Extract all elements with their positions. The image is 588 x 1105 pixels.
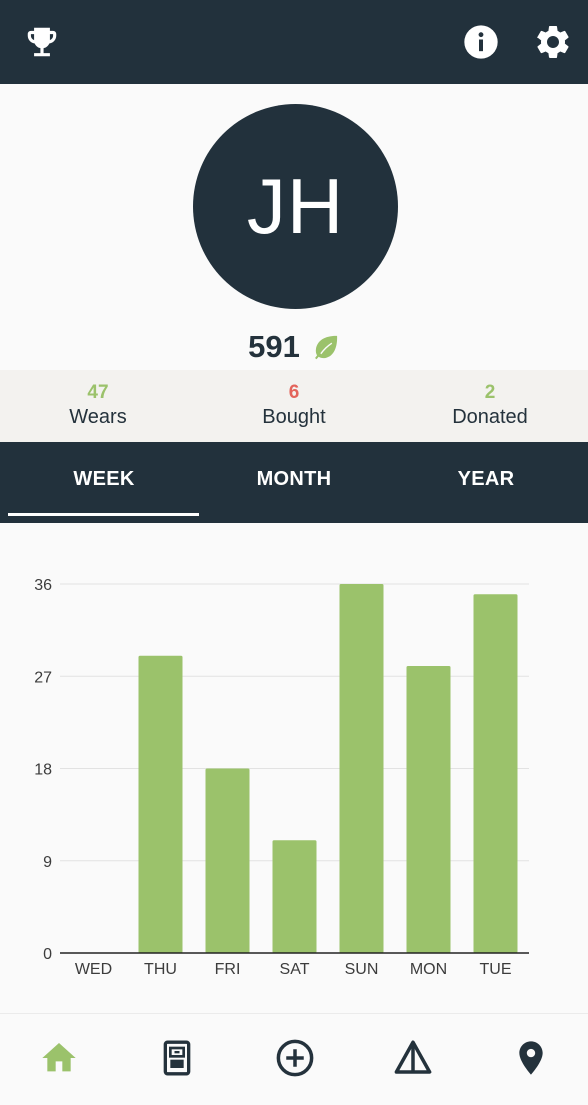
tab-month[interactable]: MONTH	[196, 468, 392, 491]
top-app-bar	[0, 0, 588, 84]
stat-bought-label: Bought	[262, 406, 326, 428]
y-tick-label: 27	[34, 669, 52, 686]
x-tick-label: SAT	[280, 961, 310, 978]
home-icon[interactable]	[37, 1036, 81, 1080]
avatar[interactable]: JH	[193, 104, 398, 309]
x-tick-label: TUE	[480, 961, 512, 978]
y-tick-label: 18	[34, 762, 52, 779]
tab-selected-indicator	[8, 513, 199, 516]
bar-sun	[339, 584, 384, 953]
hanger-icon[interactable]	[391, 1036, 435, 1080]
location-pin-icon[interactable]	[509, 1036, 553, 1080]
y-tick-label: 36	[34, 577, 52, 594]
stat-donated-label: Donated	[452, 406, 528, 428]
trophy-icon[interactable]	[22, 22, 62, 62]
stat-donated-value: 2	[484, 382, 496, 403]
stat-wears-label: Wears	[69, 406, 127, 428]
tab-week[interactable]: WEEK	[6, 468, 202, 491]
stat-wears[interactable]: 47 Wears	[0, 382, 196, 430]
period-tabs: WEEK MONTH YEAR	[0, 442, 588, 523]
info-icon[interactable]	[461, 22, 501, 62]
stat-donated[interactable]: 2 Donated	[392, 382, 588, 430]
x-tick-label: THU	[144, 961, 177, 978]
stats-row: 47 Wears 6 Bought 2 Donated	[0, 370, 588, 442]
score-value: 591	[248, 329, 300, 364]
avatar-initials: JH	[246, 162, 345, 250]
x-tick-label: MON	[410, 961, 447, 978]
add-circle-icon[interactable]	[273, 1036, 317, 1080]
bar-fri	[205, 768, 250, 953]
activity-chart: 0 9 18 27 36 WED THU FRI SAT SUN MON TUE	[0, 523, 588, 1013]
stat-bought[interactable]: 6 Bought	[196, 382, 392, 430]
y-tick-label: 9	[43, 854, 52, 871]
x-tick-label: WED	[75, 961, 112, 978]
y-tick-label: 0	[43, 946, 52, 963]
bottom-navigation	[0, 1013, 588, 1105]
x-tick-label: FRI	[215, 961, 241, 978]
bar-tue	[473, 594, 518, 953]
bar-chart: 0 9 18 27 36 WED THU FRI SAT SUN MON TUE	[34, 577, 529, 978]
gear-icon[interactable]	[533, 22, 573, 62]
tab-year[interactable]: YEAR	[388, 468, 584, 491]
eco-score: 591	[0, 326, 588, 368]
wardrobe-icon[interactable]	[155, 1036, 199, 1080]
stat-wears-value: 47	[87, 382, 109, 403]
bar-mon	[406, 666, 451, 953]
stat-bought-value: 6	[288, 382, 300, 403]
x-tick-label: SUN	[345, 961, 379, 978]
bar-thu	[138, 655, 183, 953]
bar-sat	[272, 840, 317, 953]
leaf-icon	[312, 333, 340, 361]
